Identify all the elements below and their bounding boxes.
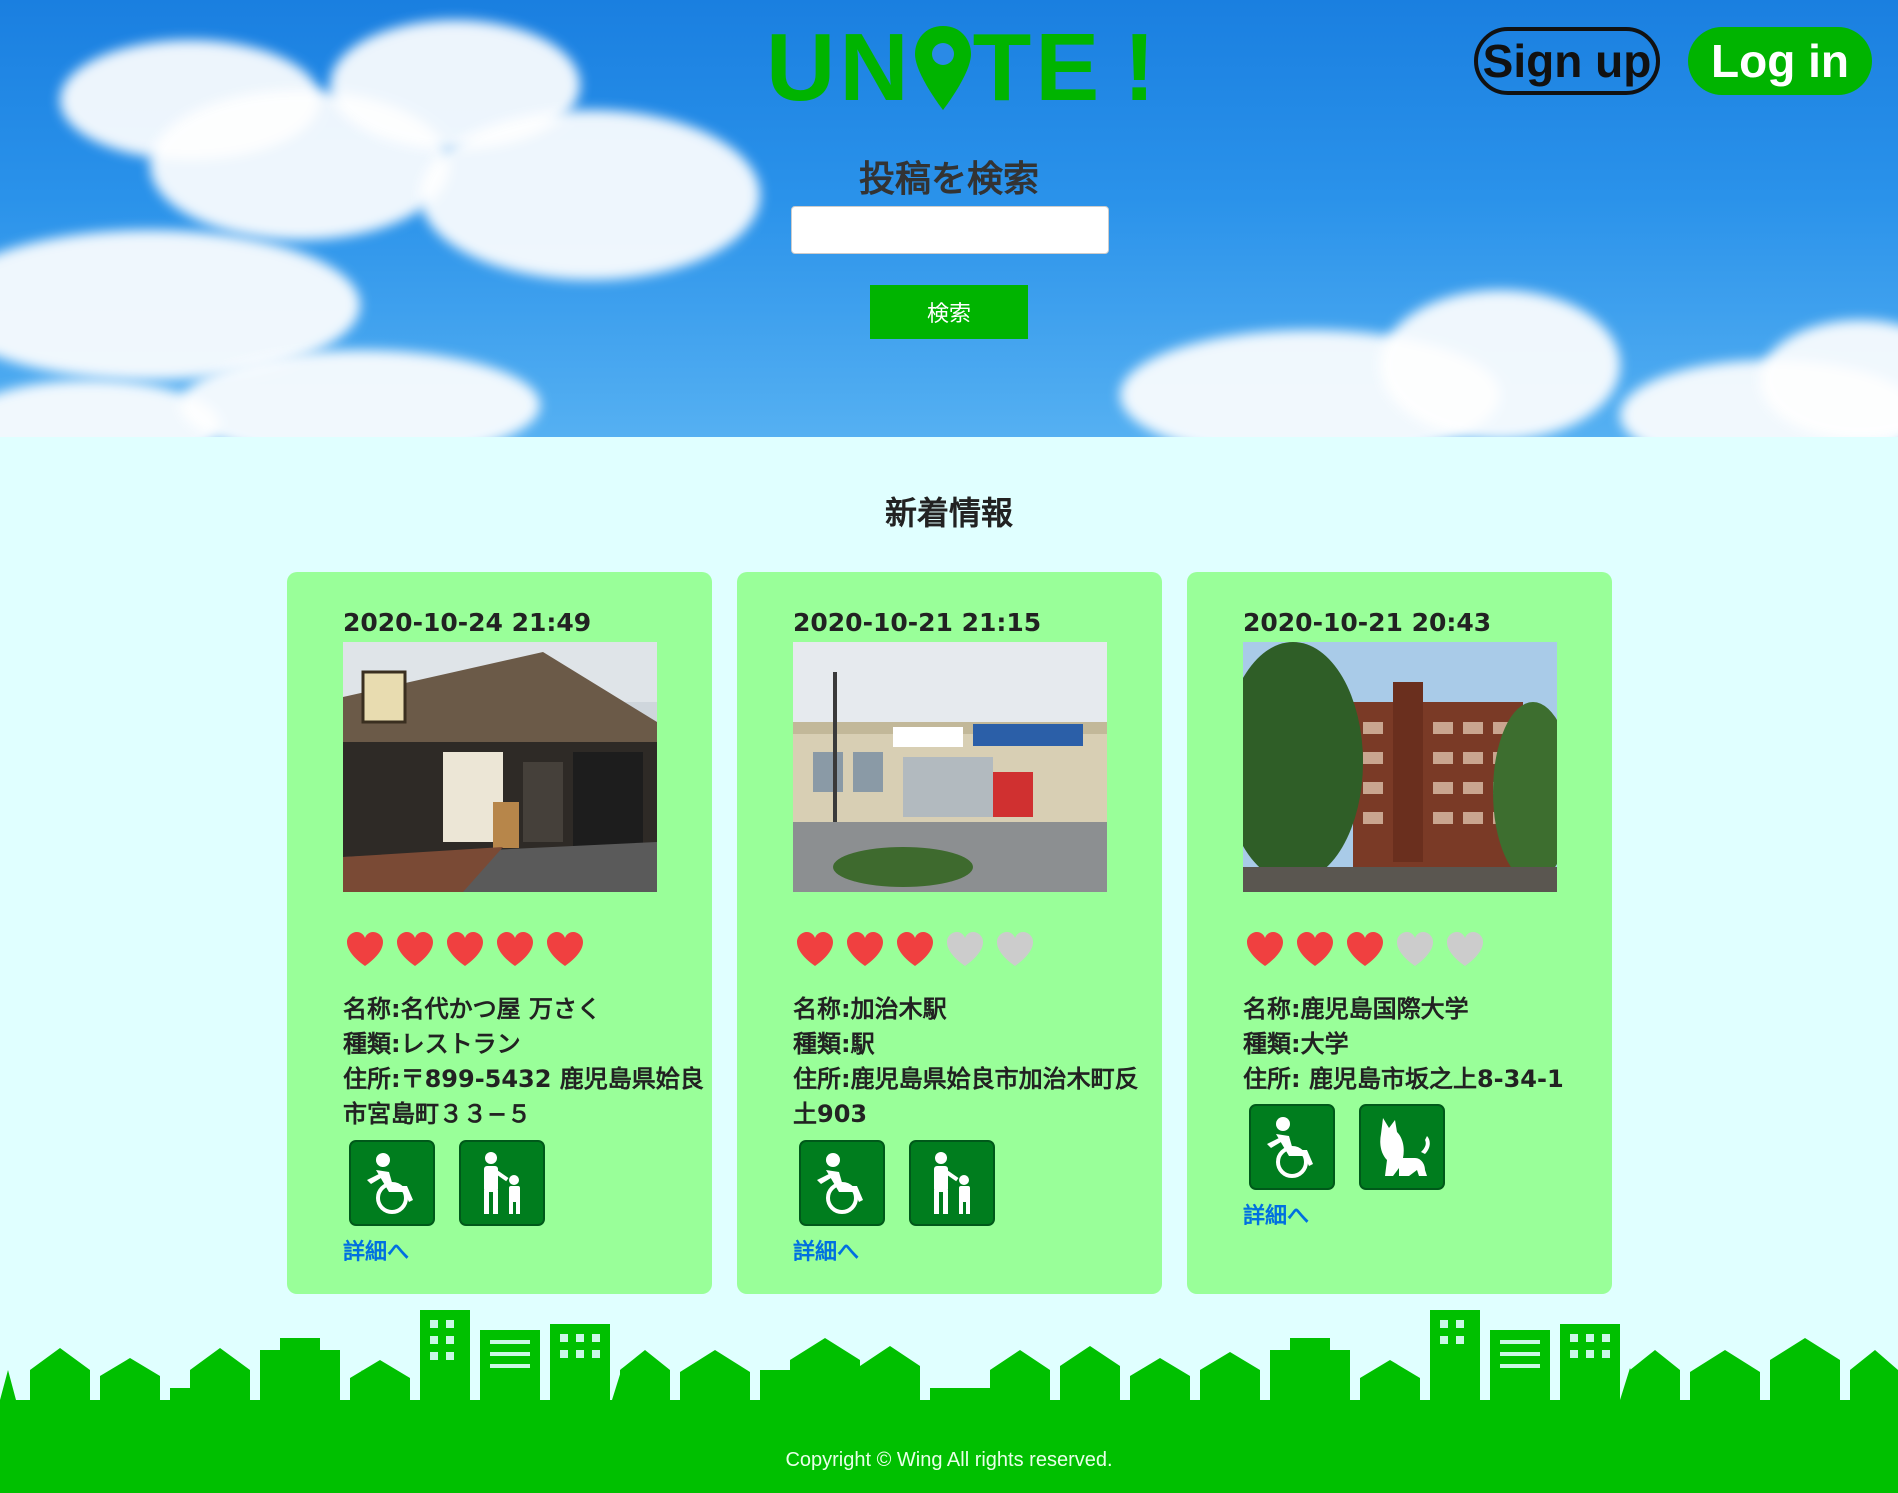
rating-hearts xyxy=(795,930,1035,970)
post-info: 名称:名代かつ屋 万さく 種類:レストラン 住所:〒899-5432 鹿児島県姶… xyxy=(343,992,705,1132)
post-date: 2020-10-21 21:15 xyxy=(793,608,1042,637)
parent-child-icon xyxy=(459,1140,545,1226)
search-button[interactable]: 検索 xyxy=(870,285,1028,339)
hero-banner: UN TE ! Sign up Log in 投稿を検索 検索 xyxy=(0,0,1898,437)
logo-text-right: TE xyxy=(972,14,1104,121)
search-title: 投稿を検索 xyxy=(858,159,1039,200)
heart-icon xyxy=(797,932,833,966)
parent-child-icon xyxy=(909,1140,995,1226)
post-address: 住所: 鹿児島市坂之上8-34-1 xyxy=(1243,1065,1564,1093)
heart-icon xyxy=(1397,932,1433,966)
post-date: 2020-10-24 21:49 xyxy=(343,608,592,637)
signup-button[interactable]: Sign up xyxy=(1474,27,1660,95)
facility-badges xyxy=(349,1140,545,1226)
post-name: 名称:加治木駅 xyxy=(793,995,947,1023)
heart-icon xyxy=(397,932,433,966)
unite-logo[interactable]: UN TE ! xyxy=(766,14,1160,121)
post-name: 名称:名代かつ屋 万さく xyxy=(343,995,601,1023)
dog-icon xyxy=(1359,1104,1445,1190)
post-photo[interactable] xyxy=(343,642,657,892)
post-address: 住所:〒899-5432 鹿児島県姶良市宮島町３３−５ xyxy=(343,1065,704,1128)
rating-hearts xyxy=(345,930,585,970)
footer: Copyright © Wing All rights reserved. xyxy=(0,1428,1898,1493)
heart-icon xyxy=(947,932,983,966)
logo-text-left: UN xyxy=(766,14,913,121)
post-photo[interactable] xyxy=(1243,642,1557,892)
detail-link[interactable]: 詳細へ xyxy=(1243,1198,1309,1230)
townscape-illustration xyxy=(0,1310,1898,1430)
search-input[interactable] xyxy=(791,206,1109,254)
rating-hearts xyxy=(1245,930,1485,970)
login-button[interactable]: Log in xyxy=(1688,27,1872,95)
post-card: 2020-10-21 20:43 名称:鹿児島国際大学 種類:大学 住所: 鹿児… xyxy=(1187,572,1612,1294)
wheelchair-icon xyxy=(799,1140,885,1226)
heart-icon xyxy=(1297,932,1333,966)
heart-icon xyxy=(1347,932,1383,966)
heart-icon xyxy=(497,932,533,966)
heart-icon xyxy=(347,932,383,966)
facility-badges xyxy=(1249,1104,1445,1190)
logo-exclaim: ! xyxy=(1123,14,1160,121)
post-type: 種類:レストラン xyxy=(343,1030,521,1058)
heart-icon xyxy=(547,932,583,966)
heart-icon xyxy=(847,932,883,966)
detail-link[interactable]: 詳細へ xyxy=(793,1234,859,1266)
post-photo[interactable] xyxy=(793,642,1107,892)
detail-link[interactable]: 詳細へ xyxy=(343,1234,409,1266)
post-date: 2020-10-21 20:43 xyxy=(1243,608,1492,637)
post-name: 名称:鹿児島国際大学 xyxy=(1243,995,1469,1023)
facility-badges xyxy=(799,1140,995,1226)
post-card: 2020-10-21 21:15 名称:加治木駅 種類:駅 住所:鹿児島県姶良市… xyxy=(737,572,1162,1294)
heart-icon xyxy=(1447,932,1483,966)
post-card: 2020-10-24 21:49 名称:名代かつ屋 万さく 種類:レストラン 住… xyxy=(287,572,712,1294)
news-section-title: 新着情報 xyxy=(884,494,1013,532)
heart-icon xyxy=(997,932,1033,966)
copyright-text: Copyright © Wing All rights reserved. xyxy=(785,1449,1113,1471)
post-type: 種類:駅 xyxy=(793,1030,875,1058)
heart-icon xyxy=(897,932,933,966)
heart-icon xyxy=(1247,932,1283,966)
wheelchair-icon xyxy=(349,1140,435,1226)
wheelchair-icon xyxy=(1249,1104,1335,1190)
map-pin-icon xyxy=(913,22,973,114)
post-info: 名称:加治木駅 種類:駅 住所:鹿児島県姶良市加治木町反土903 xyxy=(793,992,1155,1132)
post-info: 名称:鹿児島国際大学 種類:大学 住所: 鹿児島市坂之上8-34-1 xyxy=(1243,992,1605,1097)
post-type: 種類:大学 xyxy=(1243,1030,1349,1058)
heart-icon xyxy=(447,932,483,966)
post-address: 住所:鹿児島県姶良市加治木町反土903 xyxy=(793,1065,1139,1128)
